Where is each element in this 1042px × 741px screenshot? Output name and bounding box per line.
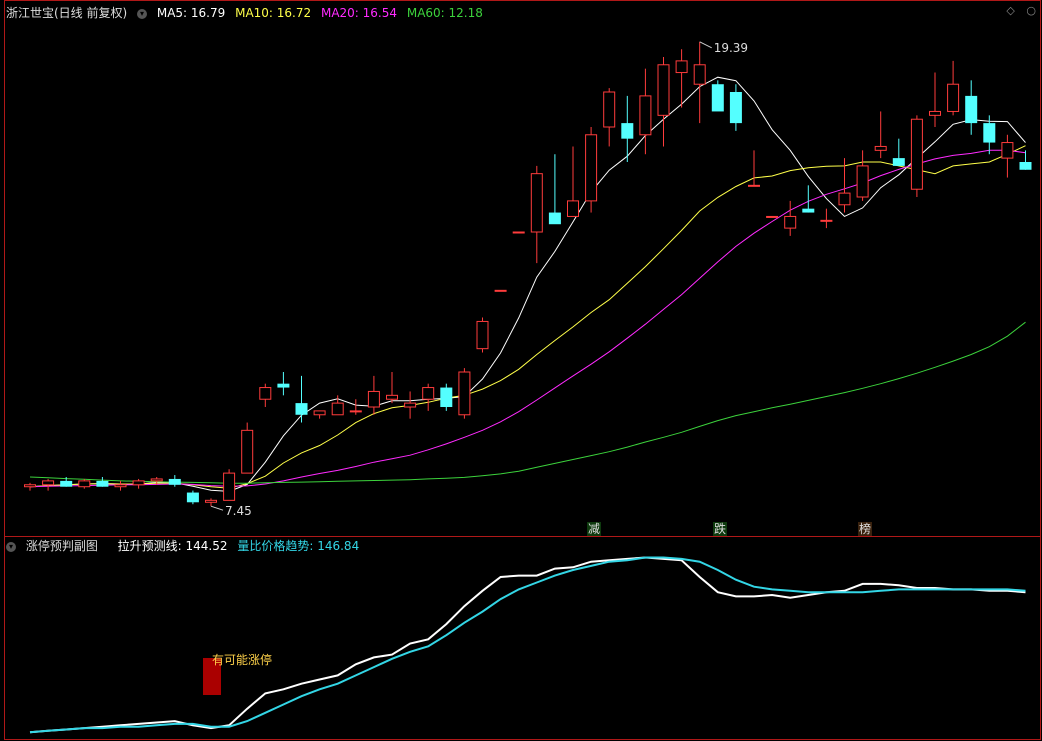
candle-body xyxy=(530,173,543,233)
candle-body xyxy=(168,478,181,485)
main-header: 浙江世宝(日线 前复权) ▾ MA5: 16.79 MA10: 16.72 MA… xyxy=(6,3,489,23)
candle-body xyxy=(241,429,254,474)
settings-circle-icon[interactable]: ▾ xyxy=(137,8,148,19)
limit-up-note: 有可能涨停 xyxy=(212,653,273,667)
chart-frame: 19.39 7.45 xyxy=(4,0,1041,740)
candle-body xyxy=(42,480,55,486)
candle-body xyxy=(295,403,308,415)
candle-body xyxy=(639,95,652,136)
candle-body xyxy=(422,387,435,400)
candle-body xyxy=(910,118,923,190)
tag-jian: 减 xyxy=(587,522,602,536)
candle-body xyxy=(24,484,36,488)
candle-body xyxy=(476,320,489,350)
candle-body xyxy=(277,383,290,388)
top-right-icons: ◇ ○ xyxy=(998,4,1036,17)
high-label: 19.39 xyxy=(714,41,748,55)
candle-body xyxy=(585,134,598,202)
candle-body xyxy=(711,84,724,112)
candle-body xyxy=(766,215,779,218)
circle-icon[interactable]: ○ xyxy=(1026,4,1036,17)
candle-body xyxy=(458,371,471,416)
panel-borders xyxy=(4,0,1041,740)
candle-body xyxy=(386,394,398,400)
candle-body xyxy=(983,123,996,143)
low-pointer xyxy=(210,505,224,511)
line1-label: 拉升预测线: 144.52 xyxy=(117,539,228,553)
ma20-label: MA20: 16.54 xyxy=(320,6,398,20)
series-line-ma10 xyxy=(29,145,1026,489)
outer-border xyxy=(4,0,1041,740)
candle-body xyxy=(856,165,869,198)
candle-body xyxy=(567,200,579,217)
candle-body xyxy=(1019,162,1032,170)
tag-bang: 榜 xyxy=(858,522,873,536)
series-line-ma20 xyxy=(29,149,1026,488)
candle-body xyxy=(78,480,91,488)
candle-body xyxy=(729,92,742,124)
diamond-icon[interactable]: ◇ xyxy=(1006,4,1014,17)
candle-body xyxy=(512,231,525,234)
high-pointer xyxy=(699,41,712,49)
candle-body xyxy=(947,83,960,112)
ma5-label: MA5: 16.79 xyxy=(156,6,226,20)
candle-body xyxy=(367,390,380,408)
sub-indicator-plot xyxy=(29,556,1026,734)
candle-body xyxy=(331,402,344,416)
series-line-ma5 xyxy=(29,76,1026,492)
line2-label: 量比价格趋势: 146.84 xyxy=(237,539,360,553)
ma60-label: MA60: 12.18 xyxy=(406,6,483,20)
candle-body xyxy=(929,110,941,116)
candle-body xyxy=(892,158,905,166)
candle-body xyxy=(657,64,670,116)
candle-body xyxy=(96,480,109,487)
candle-body xyxy=(748,184,760,187)
candle-body xyxy=(223,472,236,501)
candle-body xyxy=(874,145,887,151)
candle-body xyxy=(494,289,507,292)
candle-body xyxy=(675,60,688,74)
candle-body xyxy=(349,410,362,413)
ma10-label: MA10: 16.72 xyxy=(235,6,312,20)
candle-body xyxy=(259,387,272,400)
candle-body xyxy=(548,212,561,225)
sub-series-line-1 xyxy=(29,556,1026,734)
low-label: 7.45 xyxy=(225,504,252,518)
candle-body xyxy=(820,219,833,222)
candle-body xyxy=(132,480,145,486)
candle-body xyxy=(404,402,417,408)
candle-body xyxy=(440,387,453,407)
candle-body xyxy=(60,480,73,487)
candle-body xyxy=(838,192,851,206)
candle-body xyxy=(965,95,978,124)
candle-body xyxy=(784,215,797,229)
candle-body xyxy=(1001,142,1014,159)
candle-body xyxy=(205,499,217,503)
candle-body xyxy=(150,478,163,482)
candle-body xyxy=(114,484,127,488)
candle-body xyxy=(603,91,616,128)
candle-body xyxy=(313,410,326,416)
sub-settings-circle-icon[interactable]: ▾ xyxy=(6,541,16,552)
tag-die: 跌 xyxy=(713,522,728,536)
candle-body xyxy=(186,492,199,503)
sub-title: 涨停预判副图 xyxy=(25,539,98,553)
candle-body xyxy=(802,208,815,213)
main-price-plot: 19.39 7.45 xyxy=(24,41,1032,518)
series-line-ma60 xyxy=(29,321,1026,484)
sub-header: ▾ 涨停预判副图 拉升预测线: 144.52 量比价格趋势: 146.84 xyxy=(6,536,365,556)
main-title: 浙江世宝(日线 前复权) xyxy=(6,6,128,20)
candle-body xyxy=(621,123,634,139)
candle-body xyxy=(693,64,706,85)
